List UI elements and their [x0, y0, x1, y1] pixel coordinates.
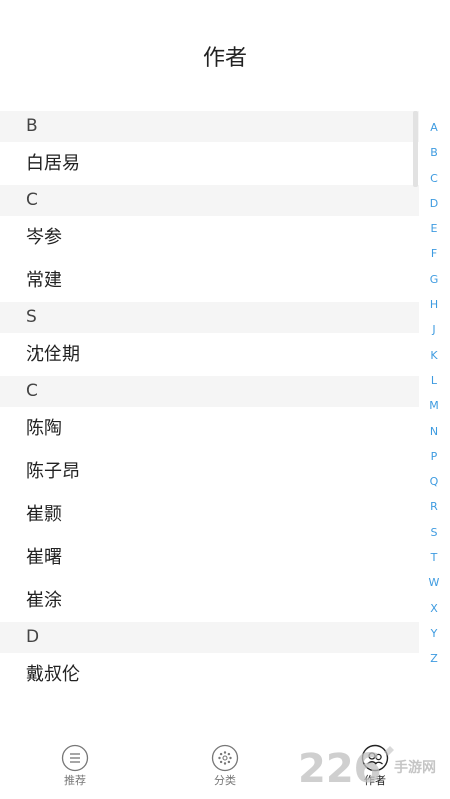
list-item[interactable]: 陈子昂: [0, 450, 419, 493]
tab-label: 推荐: [64, 774, 86, 787]
index-letter-m[interactable]: M: [422, 393, 446, 418]
index-letter-f[interactable]: F: [422, 241, 446, 266]
index-letter-c[interactable]: C: [422, 166, 446, 191]
author-list[interactable]: B 白居易 C 岑参 常建 S 沈佺期 C 陈陶 陈子昂 崔颢 崔曙 崔涂 D …: [0, 111, 419, 696]
tab-category[interactable]: 分类: [185, 744, 265, 788]
index-letter-e[interactable]: E: [422, 216, 446, 241]
list-item[interactable]: 沈佺期: [0, 333, 419, 376]
section-header-s: S: [0, 302, 419, 333]
index-letter-w[interactable]: W: [422, 570, 446, 595]
section-header-c: C: [0, 185, 419, 216]
index-letter-n[interactable]: N: [422, 419, 446, 444]
index-letter-h[interactable]: H: [422, 292, 446, 317]
svg-text:226: 226: [298, 746, 382, 792]
list-item[interactable]: 戴叔伦: [0, 653, 419, 696]
index-letter-b[interactable]: B: [422, 140, 446, 165]
header: 作者: [0, 0, 450, 112]
index-letter-z[interactable]: Z: [422, 646, 446, 671]
section-header-b: B: [0, 111, 419, 142]
index-letter-j[interactable]: J: [422, 317, 446, 342]
list-item[interactable]: 崔涂: [0, 579, 419, 622]
list-item[interactable]: 常建: [0, 259, 419, 302]
index-letter-d[interactable]: D: [422, 191, 446, 216]
category-icon: [211, 744, 239, 772]
index-letter-p[interactable]: P: [422, 444, 446, 469]
watermark-logo: 226 手游网: [298, 742, 448, 792]
list-item[interactable]: 崔颢: [0, 493, 419, 536]
index-letter-s[interactable]: S: [422, 520, 446, 545]
list-item[interactable]: 陈陶: [0, 407, 419, 450]
index-letter-t[interactable]: T: [422, 545, 446, 570]
index-letter-r[interactable]: R: [422, 494, 446, 519]
index-letter-y[interactable]: Y: [422, 621, 446, 646]
section-header-d: D: [0, 622, 419, 653]
index-letter-g[interactable]: G: [422, 267, 446, 292]
index-letter-q[interactable]: Q: [422, 469, 446, 494]
index-letter-l[interactable]: L: [422, 368, 446, 393]
list-item[interactable]: 岑参: [0, 216, 419, 259]
app-screen: 作者 B 白居易 C 岑参 常建 S 沈佺期 C 陈陶 陈子昂 崔颢 崔曙 崔涂…: [0, 0, 450, 799]
index-letter-x[interactable]: X: [422, 596, 446, 621]
list-item[interactable]: 崔曙: [0, 536, 419, 579]
svg-text:手游网: 手游网: [394, 759, 436, 776]
page-title: 作者: [202, 46, 247, 71]
alphabet-index[interactable]: A B C D E F G H J K L M N P Q R S T W X …: [422, 115, 446, 672]
tab-label: 分类: [214, 774, 236, 787]
index-letter-k[interactable]: K: [422, 343, 446, 368]
index-letter-a[interactable]: A: [422, 115, 446, 140]
list-item[interactable]: 白居易: [0, 142, 419, 185]
section-header-c: C: [0, 376, 419, 407]
scrollbar-thumb[interactable]: [413, 111, 418, 187]
list-icon: [61, 744, 89, 772]
tab-recommend[interactable]: 推荐: [35, 744, 115, 788]
